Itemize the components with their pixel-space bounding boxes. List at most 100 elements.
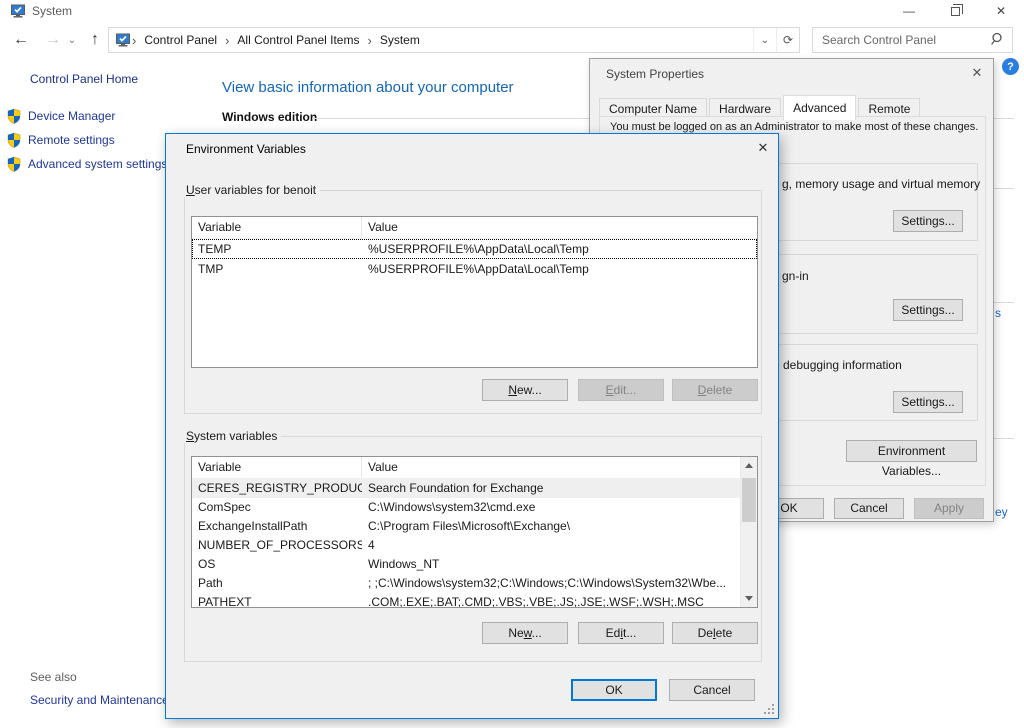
environment-variables-button[interactable]: Environment Variables... bbox=[846, 440, 977, 462]
table-row[interactable]: ExchangeInstallPath C:\Program Files\Mic… bbox=[192, 517, 757, 536]
apply-button[interactable]: Apply bbox=[914, 498, 984, 519]
back-button[interactable]: ← bbox=[8, 27, 34, 53]
breadcrumb-system[interactable]: System bbox=[373, 33, 427, 47]
cancel-button[interactable]: Cancel bbox=[669, 679, 755, 701]
close-button[interactable]: ✕ bbox=[746, 134, 780, 162]
minimize-icon: — bbox=[903, 4, 915, 18]
variable-cell: CERES_REGISTRY_PRODUCT... bbox=[192, 479, 362, 498]
scrollbar-thumb[interactable] bbox=[742, 478, 756, 522]
variable-cell: ExchangeInstallPath bbox=[192, 517, 362, 536]
up-icon: ↑ bbox=[91, 31, 99, 49]
performance-settings-button[interactable]: Settings... bbox=[893, 210, 963, 232]
variable-cell: OS bbox=[192, 555, 362, 574]
minimize-button[interactable]: — bbox=[886, 0, 932, 22]
column-header-value[interactable]: Value bbox=[362, 457, 398, 478]
sidebar-control-panel-home[interactable]: Control Panel Home bbox=[30, 72, 138, 86]
restore-button[interactable] bbox=[932, 0, 978, 22]
variable-cell: TMP bbox=[192, 259, 362, 279]
user-profiles-settings-button[interactable]: Settings... bbox=[893, 299, 963, 321]
system-edit-button[interactable]: Edit... bbox=[578, 622, 664, 644]
variable-cell: NUMBER_OF_PROCESSORS bbox=[192, 536, 362, 555]
sidebar-item-remote-settings[interactable]: Remote settings bbox=[28, 133, 115, 147]
chevron-down-icon: ⌄ bbox=[761, 35, 769, 46]
ok-button[interactable]: OK bbox=[571, 679, 657, 701]
close-button[interactable]: ✕ bbox=[960, 59, 994, 87]
sidebar-item-device-manager[interactable]: Device Manager bbox=[28, 109, 115, 123]
dialog-title: System Properties bbox=[606, 67, 704, 81]
table-row[interactable]: TMP %USERPROFILE%\AppData\Local\Temp bbox=[192, 259, 757, 279]
sidebar-security-maintenance-link[interactable]: Security and Maintenance bbox=[30, 693, 169, 707]
scroll-up-icon bbox=[745, 463, 753, 468]
search-icon[interactable] bbox=[990, 32, 1004, 49]
close-icon: ✕ bbox=[996, 4, 1006, 18]
column-header-variable[interactable]: Variable bbox=[192, 217, 362, 238]
system-new-button[interactable]: New... bbox=[482, 622, 568, 644]
back-icon: ← bbox=[13, 31, 29, 49]
variable-cell: PATHEXT bbox=[192, 593, 362, 608]
cancel-button[interactable]: Cancel bbox=[834, 498, 904, 519]
address-dropdown-button[interactable]: ⌄ bbox=[753, 28, 776, 52]
help-icon: ? bbox=[1007, 61, 1014, 73]
sidebar-item-advanced-system-settings[interactable]: Advanced system settings bbox=[28, 157, 167, 171]
value-cell: 4 bbox=[362, 536, 736, 555]
table-row[interactable]: CERES_REGISTRY_PRODUCT... Search Foundat… bbox=[192, 479, 757, 498]
dialog-title: Environment Variables bbox=[186, 142, 306, 156]
performance-text-fragment: g, memory usage and virtual memory bbox=[782, 177, 980, 191]
system-delete-button[interactable]: Delete bbox=[672, 622, 758, 644]
change-settings-link-fragment[interactable]: s bbox=[995, 306, 1001, 320]
variable-cell: Path bbox=[192, 574, 362, 593]
close-icon: ✕ bbox=[972, 65, 983, 81]
system-monitor-icon bbox=[10, 3, 26, 22]
title-bar: System — ✕ bbox=[0, 0, 1024, 22]
forward-button[interactable]: → bbox=[40, 27, 66, 53]
vertical-scrollbar[interactable] bbox=[740, 457, 757, 607]
user-variables-table: Variable Value TEMP %USERPROFILE%\AppDat… bbox=[191, 216, 758, 368]
scroll-down-button[interactable] bbox=[741, 590, 757, 607]
scroll-up-button[interactable] bbox=[741, 457, 757, 474]
user-variables-label: User variables for benoit bbox=[182, 183, 320, 197]
table-row[interactable]: Path ; ;C:\Windows\system32;C:\Windows;C… bbox=[192, 574, 757, 593]
table-header: Variable Value bbox=[192, 457, 757, 479]
system-variables-label: System variables bbox=[182, 429, 281, 443]
system-monitor-icon bbox=[115, 32, 131, 48]
address-bar[interactable]: › Control Panel › All Control Panel Item… bbox=[108, 27, 800, 53]
system-variables-table: Variable Value CERES_REGISTRY_PRODUCT...… bbox=[191, 456, 758, 608]
value-cell: Search Foundation for Exchange bbox=[362, 479, 736, 498]
table-row[interactable]: NUMBER_OF_PROCESSORS 4 bbox=[192, 536, 757, 555]
table-row[interactable]: OS Windows_NT bbox=[192, 555, 757, 574]
variable-cell: TEMP bbox=[192, 239, 362, 259]
value-cell: C:\Program Files\Microsoft\Exchange\ bbox=[362, 517, 736, 536]
value-cell: C:\Windows\system32\cmd.exe bbox=[362, 498, 736, 517]
breadcrumb-control-panel[interactable]: Control Panel bbox=[137, 33, 224, 47]
breadcrumb-all-items[interactable]: All Control Panel Items bbox=[230, 33, 366, 47]
page-title: View basic information about your comput… bbox=[222, 79, 514, 96]
resize-grip[interactable] bbox=[763, 703, 775, 715]
table-row[interactable]: ComSpec C:\Windows\system32\cmd.exe bbox=[192, 498, 757, 517]
table-row[interactable]: TEMP %USERPROFILE%\AppData\Local\Temp bbox=[192, 239, 757, 259]
admin-note: You must be logged on as an Administrato… bbox=[610, 121, 978, 133]
environment-variables-dialog: Environment Variables ✕ User variables f… bbox=[165, 133, 779, 719]
restore-icon bbox=[951, 7, 960, 16]
search-input[interactable] bbox=[813, 33, 990, 47]
refresh-button[interactable]: ⟳ bbox=[776, 28, 799, 52]
value-cell: .COM;.EXE;.BAT;.CMD;.VBS;.VBE;.JS;.JSE;.… bbox=[362, 593, 736, 608]
change-product-key-link-fragment[interactable]: ey bbox=[995, 505, 1008, 519]
column-header-variable[interactable]: Variable bbox=[192, 457, 362, 478]
uac-shield-icon bbox=[6, 108, 22, 124]
table-row[interactable]: PATHEXT .COM;.EXE;.BAT;.CMD;.VBS;.VBE;.J… bbox=[192, 593, 757, 608]
close-button[interactable]: ✕ bbox=[978, 0, 1024, 22]
chevron-down-icon: ⌄ bbox=[68, 35, 76, 46]
scroll-down-icon bbox=[745, 596, 753, 601]
user-edit-button[interactable]: Edit... bbox=[578, 379, 664, 401]
search-box bbox=[812, 27, 1013, 53]
startup-settings-button[interactable]: Settings... bbox=[893, 391, 963, 413]
user-new-button[interactable]: New... bbox=[482, 379, 568, 401]
tab-advanced[interactable]: Advanced bbox=[783, 95, 856, 120]
up-button[interactable]: ↑ bbox=[82, 27, 108, 53]
uac-shield-icon bbox=[6, 156, 22, 172]
user-delete-button[interactable]: Delete bbox=[672, 379, 758, 401]
recent-pages-button[interactable]: ⌄ bbox=[64, 27, 80, 53]
help-button[interactable]: ? bbox=[1002, 58, 1019, 75]
variable-cell: ComSpec bbox=[192, 498, 362, 517]
column-header-value[interactable]: Value bbox=[362, 217, 398, 238]
